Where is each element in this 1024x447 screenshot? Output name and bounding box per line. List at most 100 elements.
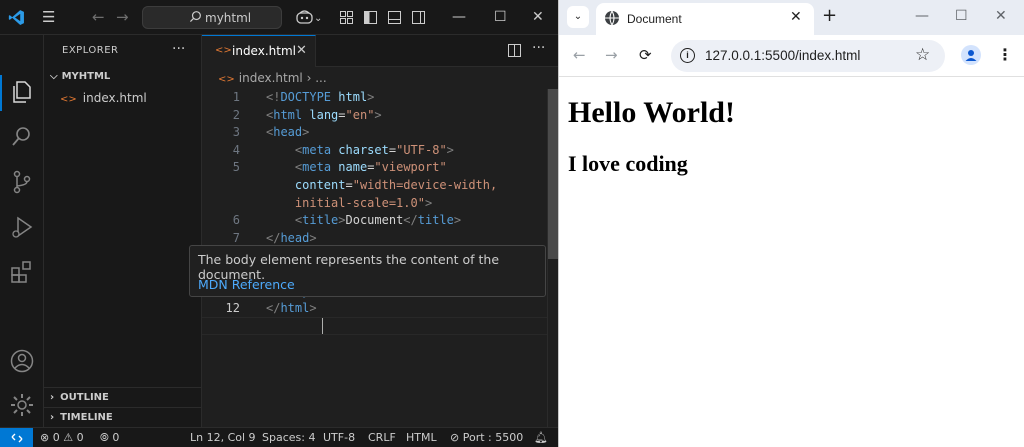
outline-label: OUTLINE	[60, 392, 109, 403]
back-arrow-icon[interactable]: ←	[573, 46, 586, 64]
timeline-section[interactable]: › TIMELINE	[44, 407, 202, 427]
address-bar[interactable]: i 127.0.0.1:5500/index.html ☆	[671, 40, 945, 72]
code-line[interactable]: 12 </html>	[202, 300, 558, 318]
code-text[interactable]: <meta name="viewport"	[266, 159, 447, 177]
code-line[interactable]: 3 <head>	[202, 124, 558, 142]
account-icon[interactable]	[9, 348, 35, 374]
language-mode[interactable]: HTML	[406, 431, 437, 444]
mdn-reference-link[interactable]: MDN Reference	[198, 277, 295, 292]
code-text[interactable]: <head>	[266, 124, 309, 142]
forward-arrow-icon[interactable]: →	[605, 46, 618, 64]
activity-bar	[0, 35, 44, 427]
line-number: 2	[232, 107, 240, 122]
close-tab-icon[interactable]: ✕	[296, 43, 307, 58]
split-editor-icon[interactable]	[508, 44, 521, 57]
code-line[interactable]: 1 <!DOCTYPE html>	[202, 89, 558, 107]
tab-search-chevron-icon[interactable]: ⌄	[567, 6, 589, 28]
back-arrow-icon[interactable]: ←	[92, 8, 105, 26]
explorer-files-icon[interactable]	[9, 79, 35, 105]
code-line[interactable]: initial-scale=1.0">	[202, 195, 558, 213]
html-file-icon: <>	[60, 94, 77, 105]
vscode-window: ☰ ← → myhtml ⌄ — ☐ ✕ EXPLORER ··· ⌵ MYHTM…	[0, 0, 558, 447]
notifications-bell-icon[interactable]: 🔔︎	[534, 431, 548, 444]
indentation[interactable]: Spaces: 4	[262, 431, 315, 444]
code-line[interactable]: content="width=device-width,	[202, 177, 558, 195]
forward-arrow-icon[interactable]: →	[116, 8, 129, 26]
minimize-icon[interactable]: —	[915, 8, 929, 24]
chevron-down-icon[interactable]: ⌄	[314, 10, 322, 28]
vscode-logo-icon	[8, 10, 24, 25]
current-line-highlight	[202, 317, 558, 335]
code-text[interactable]: <title>Document</title>	[266, 212, 461, 230]
folder-myhtml[interactable]: ⌵ MYHTML	[50, 71, 110, 82]
explorer-more-actions[interactable]: ···	[172, 41, 185, 57]
site-info-icon[interactable]: i	[680, 48, 695, 63]
customize-layout-icon[interactable]	[340, 11, 353, 24]
outline-section[interactable]: › OUTLINE	[44, 387, 202, 407]
tab-index-html[interactable]: <> index.html ✕	[202, 35, 316, 67]
close-window-icon[interactable]: ✕	[995, 8, 1007, 24]
breadcrumb-file[interactable]: index.html	[239, 71, 303, 85]
extensions-icon[interactable]	[9, 259, 35, 285]
breadcrumb[interactable]: <> index.html › ...	[202, 67, 558, 89]
copilot-icon[interactable]	[296, 10, 313, 24]
tab-title: Document	[627, 12, 682, 26]
chrome-menu-icon[interactable]: ⋮	[997, 45, 1013, 64]
toggle-secondary-sidebar-icon[interactable]	[412, 11, 425, 24]
new-tab-plus-icon[interactable]: +	[822, 5, 837, 26]
maximize-icon[interactable]: ☐	[955, 8, 968, 24]
breadcrumb-rest[interactable]: › ...	[307, 71, 327, 85]
problems-indicator[interactable]: ⊗ 0 ⚠ 0	[40, 431, 84, 444]
encoding[interactable]: UTF-8	[323, 431, 355, 444]
code-text[interactable]: </html>	[266, 300, 317, 318]
manage-gear-icon[interactable]	[9, 392, 35, 418]
chrome-tab-strip: ⌄ Document ✕ + — ☐ ✕	[559, 0, 1024, 35]
search-icon[interactable]	[9, 124, 35, 150]
minimize-icon[interactable]: —	[452, 9, 466, 25]
menu-icon[interactable]: ☰	[42, 8, 55, 26]
browser-tab-document[interactable]: Document ✕	[596, 3, 814, 35]
ports-indicator[interactable]: ⦾ 0	[100, 431, 119, 445]
code-text[interactable]: content="width=device-width,	[266, 177, 497, 195]
close-window-icon[interactable]: ✕	[532, 9, 544, 25]
status-bar: ⊗ 0 ⚠ 0 ⦾ 0 Ln 12, Col 9 Spaces: 4 UTF-8…	[0, 427, 558, 447]
cursor-position[interactable]: Ln 12, Col 9	[190, 431, 256, 444]
code-line[interactable]: 4 <meta charset="UTF-8">	[202, 142, 558, 160]
line-number: 5	[232, 160, 240, 175]
toggle-panel-icon[interactable]	[388, 11, 401, 24]
port-label: Port : 5500	[462, 431, 524, 444]
code-text[interactable]: initial-scale=1.0">	[266, 195, 432, 213]
reload-icon[interactable]: ⟳	[639, 46, 652, 64]
remote-indicator[interactable]	[0, 428, 33, 447]
more-actions-icon[interactable]: ···	[532, 40, 545, 56]
active-view-indicator	[0, 75, 2, 111]
file-index-html[interactable]: <> index.html	[60, 91, 147, 105]
code-text[interactable]: <meta charset="UTF-8">	[266, 142, 454, 160]
profile-avatar-icon[interactable]	[961, 45, 981, 65]
code-text[interactable]: <!DOCTYPE html>	[266, 89, 374, 107]
command-center-search[interactable]: myhtml	[142, 6, 282, 29]
file-label: index.html	[82, 91, 147, 105]
timeline-label: TIMELINE	[60, 412, 113, 423]
html-file-icon: <>	[215, 45, 232, 56]
code-line[interactable]: 6 <title>Document</title>	[202, 212, 558, 230]
bookmark-star-icon[interactable]: ☆	[915, 45, 930, 65]
code-text[interactable]: <html lang="en">	[266, 107, 382, 125]
editor-tabs: <> index.html ✕ ···	[202, 35, 558, 67]
editor-scroll-thumb[interactable]	[548, 89, 558, 259]
code-line[interactable]: 5 <meta name="viewport"	[202, 159, 558, 177]
command-center-label: myhtml	[205, 11, 252, 25]
url-text[interactable]: 127.0.0.1:5500/index.html	[705, 48, 860, 63]
source-control-icon[interactable]	[9, 169, 35, 195]
run-debug-icon[interactable]	[9, 214, 35, 240]
line-number: 3	[232, 125, 240, 140]
live-server-port[interactable]: ⊘ Port : 5500	[450, 431, 523, 444]
explorer-sidebar: EXPLORER ··· ⌵ MYHTML <> index.html › OUTLI…	[44, 35, 202, 427]
code-line[interactable]: 2 <html lang="en">	[202, 107, 558, 125]
maximize-icon[interactable]: ☐	[494, 9, 507, 25]
line-endings[interactable]: CRLF	[368, 431, 396, 444]
close-tab-icon[interactable]: ✕	[790, 9, 802, 25]
folder-label: MYHTML	[61, 71, 111, 82]
toggle-sidebar-icon[interactable]	[364, 11, 377, 24]
explorer-title: EXPLORER	[62, 45, 119, 56]
